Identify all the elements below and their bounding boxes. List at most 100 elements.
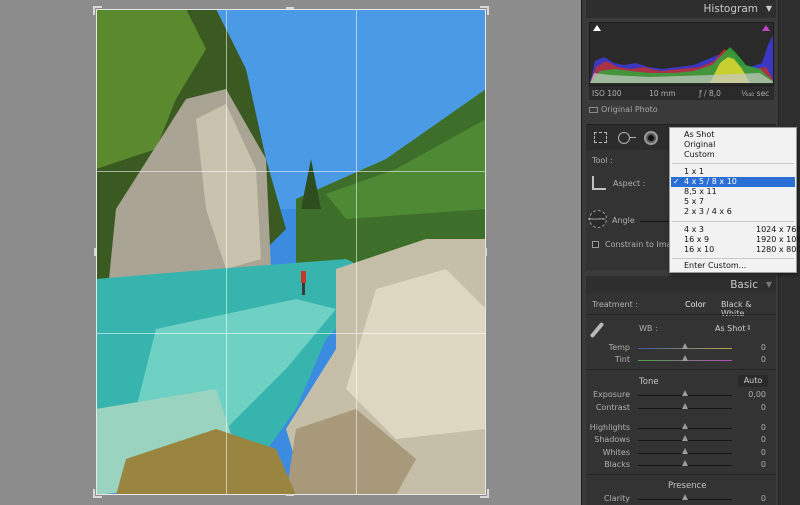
spot-removal-arrow-icon	[630, 137, 636, 138]
angle-label: Angle	[612, 216, 635, 225]
collapse-triangle-icon[interactable]: ▼	[766, 280, 772, 289]
aspect-size-label: 1920 x 1080	[756, 235, 800, 244]
temp-slider-thumb[interactable]	[682, 343, 688, 349]
selected-check-icon: ✓	[673, 177, 680, 186]
exif-iso: ISO 100	[592, 89, 622, 98]
basic-title: Basic	[730, 279, 758, 291]
aspect-option-2x3[interactable]: 2 x 3 / 4 x 6	[684, 207, 732, 217]
temp-value[interactable]: 0	[761, 343, 766, 352]
tint-label: Tint	[614, 355, 630, 364]
aspect-size-label: 1024 x 768	[756, 225, 800, 234]
menu-separator	[672, 221, 794, 222]
highlight-clipping-icon[interactable]	[762, 25, 770, 31]
contrast-slider-thumb[interactable]	[682, 403, 688, 409]
crop-aspect-icon[interactable]	[592, 176, 606, 190]
aspect-option-4x3[interactable]: 4 x 3 1024 x 768	[684, 225, 800, 235]
section-divider	[586, 369, 776, 370]
presence-label: Presence	[668, 481, 707, 491]
red-eye-icon[interactable]	[644, 131, 658, 145]
whites-value[interactable]: 0	[761, 448, 766, 457]
crop-overlay-icon[interactable]	[594, 132, 607, 143]
angle-slider-track[interactable]	[640, 221, 670, 222]
clarity-slider-thumb[interactable]	[682, 494, 688, 500]
aspect-ratio-label: 16 x 9	[684, 235, 710, 244]
basic-panel: Treatment : Color Black & White WB : As …	[586, 293, 776, 505]
crop-frame[interactable]	[96, 9, 486, 495]
crop-handle-bottom[interactable]	[286, 494, 294, 496]
aspect-option-16x10[interactable]: 16 x 10 1280 x 800	[684, 245, 800, 255]
highlights-slider-thumb[interactable]	[682, 423, 688, 429]
exif-focal: 10 mm	[649, 89, 676, 98]
clarity-value[interactable]: 0	[761, 494, 766, 503]
treatment-bw-button[interactable]: Black & White	[721, 300, 776, 318]
constrain-label: Constrain to Imag	[605, 240, 677, 249]
highlights-label: Highlights	[589, 423, 630, 432]
aspect-option-4x5[interactable]: 4 x 5 / 8 x 10	[684, 177, 737, 187]
original-photo-label: Original Photo	[601, 105, 658, 114]
crop-handle-top[interactable]	[286, 7, 294, 9]
aspect-option-8-5x11[interactable]: 8,5 x 11	[684, 187, 717, 197]
spot-removal-icon[interactable]	[618, 132, 630, 144]
aspect-option-custom[interactable]: Custom	[684, 150, 715, 160]
constrain-checkbox[interactable]	[592, 241, 599, 248]
original-photo-icon	[589, 106, 598, 113]
shadows-slider-thumb[interactable]	[682, 435, 688, 441]
shadow-clipping-icon[interactable]	[593, 25, 601, 31]
basic-header[interactable]: Basic ▼	[586, 276, 776, 294]
aspect-option-16x9[interactable]: 16 x 9 1920 x 1080	[684, 235, 800, 245]
highlights-value[interactable]: 0	[761, 423, 766, 432]
crop-grid-line-h1	[97, 171, 485, 172]
eyedropper-icon[interactable]	[589, 321, 605, 339]
crop-handle-left[interactable]	[94, 248, 96, 256]
histogram-graph[interactable]	[589, 22, 774, 86]
contrast-label: Contrast	[595, 403, 630, 412]
tone-label: Tone	[639, 377, 659, 387]
original-photo-toggle[interactable]: Original Photo	[589, 105, 658, 114]
whites-label: Whites	[602, 448, 630, 457]
wb-value[interactable]: As Shot	[715, 324, 745, 333]
clarity-label: Clarity	[603, 494, 630, 503]
aspect-dropdown-menu[interactable]: As Shot Original Custom 1 x 1 ✓ 4 x 5 / …	[669, 127, 800, 273]
crop-handle-right[interactable]	[485, 248, 487, 256]
aspect-option-original[interactable]: Original	[684, 140, 715, 150]
aspect-ratio-label: 16 x 10	[684, 245, 715, 254]
crop-handle-top-right[interactable]	[480, 6, 489, 15]
aspect-size-label: 1280 x 800	[756, 245, 800, 254]
crop-handle-bottom-left[interactable]	[93, 489, 102, 498]
aspect-option-as-shot[interactable]: As Shot	[684, 130, 714, 140]
exposure-label: Exposure	[592, 390, 630, 399]
aspect-option-5x7[interactable]: 5 x 7	[684, 197, 704, 207]
treatment-color-button[interactable]: Color	[685, 300, 706, 309]
tint-value[interactable]: 0	[761, 355, 766, 364]
crop-grid-line-h2	[97, 333, 485, 334]
auto-tone-button[interactable]: Auto	[738, 375, 768, 387]
collapse-triangle-icon[interactable]: ▼	[766, 4, 772, 13]
aspect-option-1x1[interactable]: 1 x 1	[684, 167, 704, 177]
crop-grid-line-v1	[226, 10, 227, 494]
section-divider	[586, 314, 776, 315]
aspect-option-enter-custom[interactable]: Enter Custom...	[684, 261, 746, 271]
shadows-label: Shadows	[594, 435, 630, 444]
wb-dropdown-arrows-icon[interactable]: ⇕	[746, 324, 752, 332]
menu-separator	[672, 258, 794, 259]
blacks-slider-thumb[interactable]	[682, 460, 688, 466]
exposure-slider-thumb[interactable]	[682, 390, 688, 396]
exposure-value[interactable]: 0,00	[748, 390, 766, 399]
treatment-label: Treatment :	[592, 300, 638, 309]
crop-handle-bottom-right[interactable]	[480, 489, 489, 498]
whites-slider-thumb[interactable]	[682, 448, 688, 454]
crop-grid-line-v2	[356, 10, 357, 494]
tint-slider-thumb[interactable]	[682, 355, 688, 361]
straighten-badge: STRAIGHTEN	[588, 217, 606, 221]
menu-separator	[672, 163, 794, 164]
histogram-exif: ISO 100 10 mm ƒ / 8,0 ¹⁄₆₄₀ sec	[589, 86, 774, 100]
shadows-value[interactable]: 0	[761, 435, 766, 444]
histogram-header[interactable]: Histogram ▼	[586, 0, 776, 18]
exif-shutter: ¹⁄₆₄₀ sec	[741, 89, 770, 98]
blacks-value[interactable]: 0	[761, 460, 766, 469]
crop-handle-top-left[interactable]	[93, 6, 102, 15]
tool-label: Tool :	[592, 156, 613, 165]
contrast-value[interactable]: 0	[761, 403, 766, 412]
aspect-ratio-label: 4 x 3	[684, 225, 704, 234]
histogram-curve	[590, 35, 773, 83]
